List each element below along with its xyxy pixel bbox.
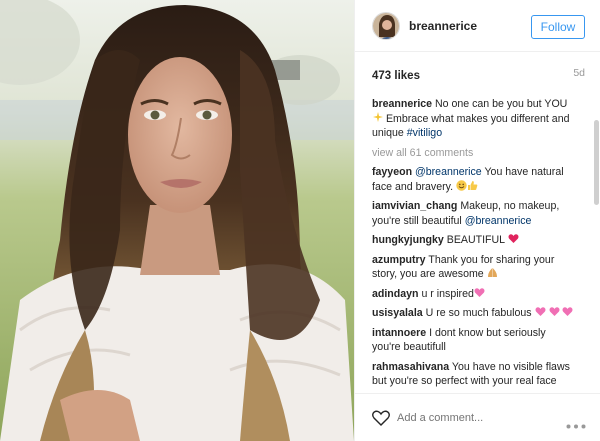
more-options-icon[interactable] [566,416,586,429]
comments-list: breannerice No one can be you but YOU Em… [372,97,577,389]
add-comment-input[interactable] [397,409,547,427]
comment: usisyalala U re so much fabulous [372,306,577,321]
sparkling-heart-emoji [562,306,574,317]
smile-emoji [456,179,467,191]
caption-username[interactable]: breannerice [372,98,432,110]
likes-count[interactable]: 473 likes [372,70,420,82]
comment: rahmasahivana You have no visible flaws … [372,360,577,389]
comment: intannoere I dont know but seriously you… [372,326,577,355]
caption: breannerice No one can be you but YOU Em… [372,97,577,141]
comment: adindayn u r inspired [372,287,577,302]
hashtag-link[interactable]: #vitiligo [407,127,442,139]
avatar[interactable] [372,12,400,40]
comment-username[interactable]: rahmasahivana [372,361,449,373]
heart-outline-icon[interactable] [372,410,390,426]
comment-username[interactable]: intannoere [372,327,426,339]
sparkling-heart-emoji [474,287,485,298]
thumbs-up-emoji [467,180,478,191]
comment: hungkyjungky BEAUTIFUL [372,233,577,248]
comment-username[interactable]: iamvivian_chang [372,200,457,212]
sparkles-emoji [372,111,383,123]
follow-button[interactable]: Follow [531,15,585,39]
comment-text: BEAUTIFUL [446,234,508,246]
praying-hands-emoji [487,267,498,278]
view-all-comments-link[interactable]: view all 61 comments [372,146,577,161]
comment-username[interactable]: adindayn [372,288,419,300]
comment-username[interactable]: fayyeon [372,166,412,178]
comment-text: U re so much fabulous [425,307,535,319]
comment-username[interactable]: usisyalala [372,307,423,319]
comment-text: u r inspired [421,287,474,300]
caption-text: No one can be you but YOU [435,98,568,110]
post-photo[interactable] [0,0,354,441]
comments-scrollbar[interactable] [594,120,599,205]
mention-link[interactable]: @breannerice [415,166,482,178]
comment-username[interactable]: hungkyjungky [372,234,444,246]
comment-bar [355,393,600,441]
caption-text-2: Embrace what makes you different and uni… [372,112,570,140]
sparkling-heart-emoji [534,306,546,317]
comment-username[interactable]: azumputry [372,254,426,266]
post-timestamp[interactable]: 5d [573,67,585,79]
post-author-username[interactable]: breannerice [409,19,477,33]
post-header: breannerice Follow [355,0,600,52]
sparkling-heart-emoji [548,306,560,317]
portrait-image [0,0,354,441]
comment: iamvivian_chang Makeup, no makeup, you'r… [372,199,577,228]
mention-link[interactable]: @breannerice [465,215,532,227]
comment: azumputry Thank you for sharing your sto… [372,253,577,282]
post-details-panel: breannerice Follow 473 likes 5d breanner… [354,0,600,441]
comment: fayyeon @breannerice You have natural fa… [372,165,577,194]
red-heart-emoji [508,233,519,244]
likes-row: 473 likes 5d [372,66,585,82]
